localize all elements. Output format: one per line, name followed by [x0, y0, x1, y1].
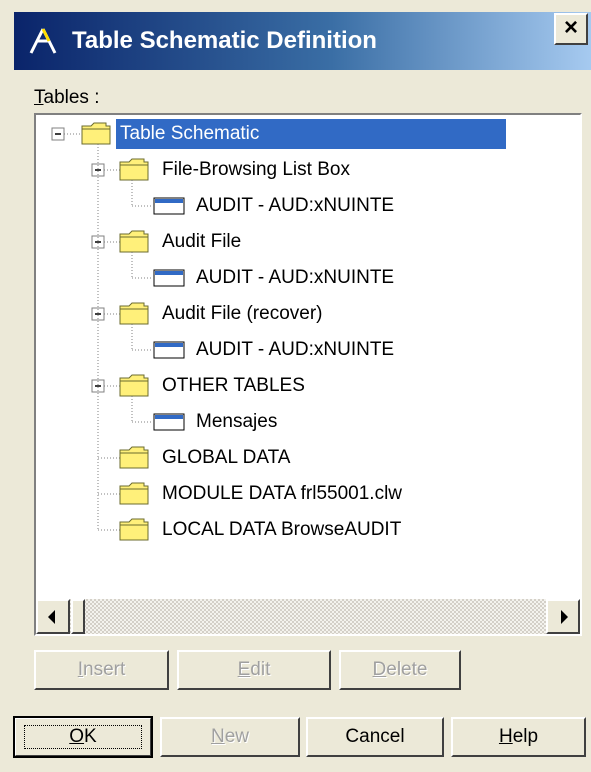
folder-icon [81, 122, 111, 145]
title-bar[interactable]: Table Schematic Definition [14, 12, 591, 70]
collapse-icon[interactable] [51, 127, 65, 141]
table-icon [153, 413, 185, 431]
tree-item-table[interactable]: AUDIT - AUD:xNUINTE [196, 339, 394, 361]
clarion-app-icon [29, 28, 57, 54]
tree-item-folder[interactable]: LOCAL DATA BrowseAUDIT [162, 519, 401, 541]
arrow-right-icon [561, 610, 568, 624]
close-button[interactable]: × [554, 13, 588, 45]
delete-button[interactable]: Delete [339, 650, 461, 690]
folder-icon [119, 302, 149, 325]
insert-button[interactable]: Insert [34, 650, 169, 690]
tree-item-folder[interactable]: GLOBAL DATA [162, 447, 290, 469]
tree-item-folder[interactable]: OTHER TABLES [162, 375, 305, 397]
folder-icon [119, 518, 149, 541]
tables-tree[interactable]: Table Schematic File-Browsing List Box AUD… [34, 113, 582, 636]
ok-button[interactable]: OK [13, 716, 153, 758]
new-button[interactable]: New [160, 717, 300, 757]
focus-rectangle [24, 725, 142, 749]
cancel-button[interactable]: Cancel [306, 717, 444, 757]
scrollbar-thumb[interactable] [71, 599, 85, 634]
tree-item-table[interactable]: AUDIT - AUD:xNUINTE [196, 195, 394, 217]
tree-item-table[interactable]: Mensajes [196, 411, 277, 433]
horizontal-scrollbar[interactable] [36, 599, 580, 634]
tree-item-folder[interactable]: Audit File (recover) [162, 303, 323, 325]
tree-item-folder[interactable]: Audit File [162, 231, 241, 253]
scroll-left-button[interactable] [36, 599, 70, 634]
table-icon [153, 341, 185, 359]
table-schematic-dialog: Table Schematic Definition × Tables : Ta… [0, 0, 591, 772]
folder-icon [119, 446, 149, 469]
help-button[interactable]: Help [451, 717, 586, 757]
table-icon [153, 197, 185, 215]
scroll-right-button[interactable] [546, 599, 580, 634]
tree-item-table[interactable]: AUDIT - AUD:xNUINTE [196, 267, 394, 289]
tree-item-folder[interactable]: File-Browsing List Box [162, 159, 350, 181]
scrollbar-track[interactable] [36, 599, 580, 634]
close-icon: × [563, 14, 578, 41]
tables-label: Tables : [34, 87, 100, 108]
tree-item-root[interactable]: Table Schematic [120, 123, 259, 145]
folder-icon [119, 230, 149, 253]
tree-item-folder[interactable]: MODULE DATA frl55001.clw [162, 483, 402, 505]
folder-icon [119, 374, 149, 397]
window-title: Table Schematic Definition [72, 27, 377, 54]
edit-button[interactable]: Edit [177, 650, 331, 690]
arrow-left-icon [48, 610, 55, 624]
folder-icon [119, 158, 149, 181]
table-icon [153, 269, 185, 287]
folder-icon [119, 482, 149, 505]
